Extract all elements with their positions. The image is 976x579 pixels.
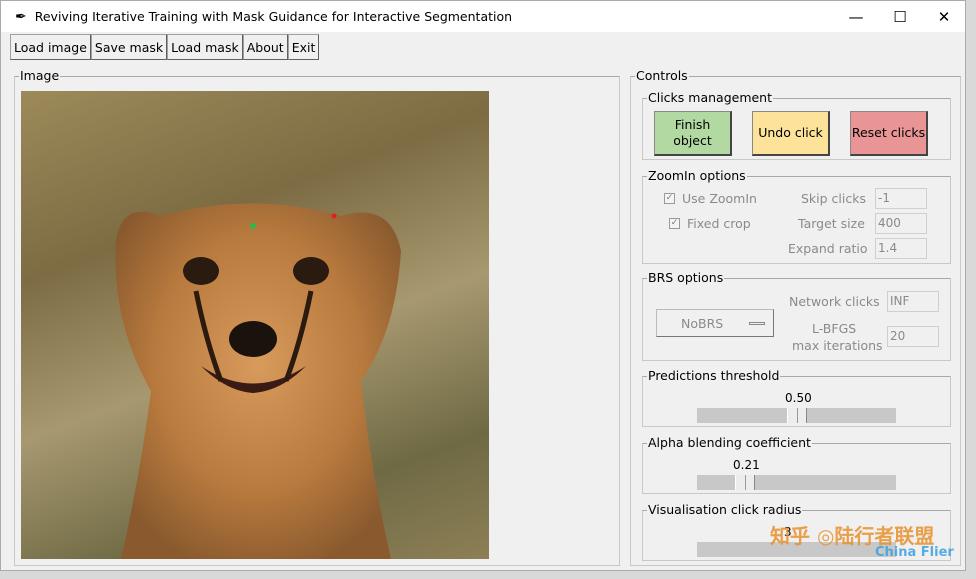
exit-button[interactable]: Exit [287, 34, 320, 60]
maximize-icon[interactable]: ☐ [877, 1, 923, 32]
network-clicks-label: Network clicks [789, 294, 880, 309]
threshold-slider-thumb[interactable] [786, 408, 807, 423]
lbfgs-label-2: max iterations [792, 338, 883, 353]
skip-clicks-label: Skip clicks [801, 191, 866, 206]
close-icon[interactable]: ✕ [921, 1, 967, 32]
zoomin-options-label: ZoomIn options [648, 168, 746, 183]
radius-label: Visualisation click radius [648, 502, 802, 517]
app-window: ✒ Reviving Iterative Training with Mask … [0, 0, 966, 571]
skip-clicks-input[interactable]: -1 [875, 188, 927, 209]
undo-click-button[interactable]: Undo click [752, 111, 830, 156]
threshold-label: Predictions threshold [648, 368, 780, 383]
use-zoomin-label: Use ZoomIn [682, 191, 757, 206]
controls-label: Controls [636, 68, 688, 83]
watermark-logo: 知乎 ◎陆行者联盟 China Flier [770, 524, 954, 560]
fixed-crop-label: Fixed crop [687, 216, 751, 231]
brs-mode-value: NoBRS [681, 316, 724, 331]
image-frame-label: Image [20, 68, 60, 83]
dropdown-indicator-icon [749, 322, 765, 325]
threshold-slider[interactable] [697, 408, 896, 423]
alpha-value: 0.21 [733, 458, 760, 472]
app-feather-icon: ✒ [15, 8, 27, 25]
about-button[interactable]: About [242, 34, 288, 60]
brs-mode-dropdown[interactable]: NoBRS [656, 309, 774, 337]
positive-click-marker [250, 223, 256, 229]
use-zoomin-checkbox[interactable]: ✓ [664, 193, 675, 204]
lbfgs-iterations-input[interactable]: 20 [887, 326, 939, 347]
expand-ratio-input[interactable]: 1.4 [875, 238, 927, 259]
image-canvas[interactable] [21, 91, 489, 559]
load-mask-button[interactable]: Load mask [167, 34, 243, 60]
finish-object-button[interactable]: Finish object [654, 111, 732, 156]
target-size-input[interactable]: 400 [875, 213, 927, 234]
save-mask-button[interactable]: Save mask [90, 34, 168, 60]
network-clicks-input[interactable]: INF [887, 291, 939, 312]
lbfgs-label: L-BFGS [812, 321, 857, 336]
negative-click-marker [331, 213, 337, 219]
brs-options-label: BRS options [648, 270, 724, 285]
window-title: Reviving Iterative Training with Mask Gu… [34, 9, 513, 24]
minimize-icon[interactable]: — [833, 1, 879, 32]
threshold-value: 0.50 [785, 391, 812, 405]
title-bar: ✒ Reviving Iterative Training with Mask … [1, 1, 965, 32]
alpha-slider-thumb[interactable] [734, 475, 755, 490]
fixed-crop-checkbox[interactable]: ✓ [669, 218, 680, 229]
alpha-slider[interactable] [697, 475, 896, 490]
alpha-label: Alpha blending coefficient [648, 435, 811, 450]
cheetah-image [115, 203, 401, 559]
menu-bar: Load image Save mask Load mask About Exi… [10, 34, 320, 60]
expand-ratio-label: Expand ratio [788, 241, 868, 256]
load-image-button[interactable]: Load image [10, 34, 91, 60]
clicks-management-label: Clicks management [648, 90, 773, 105]
target-size-label: Target size [798, 216, 865, 231]
reset-clicks-button[interactable]: Reset clicks [850, 111, 928, 156]
